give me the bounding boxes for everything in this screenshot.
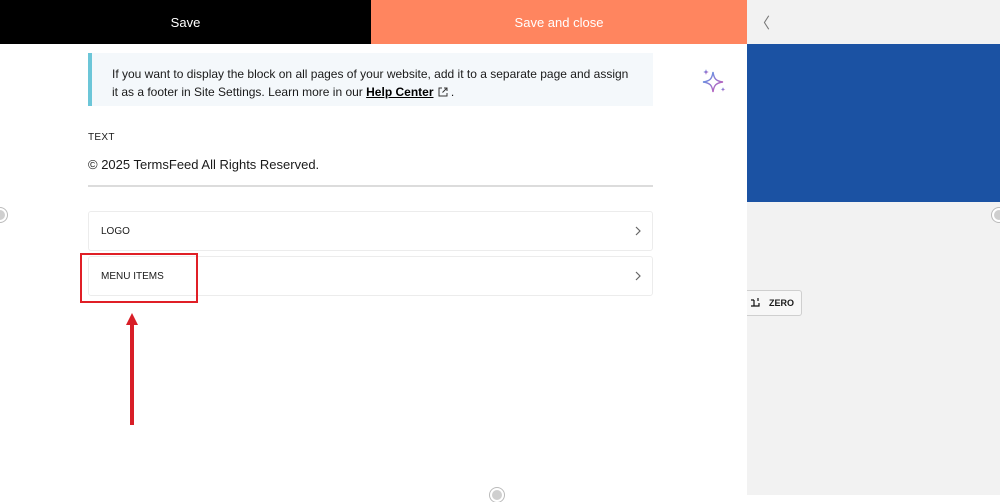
external-link-icon[interactable] (438, 87, 448, 97)
zero-button-label: ZERO (769, 298, 795, 308)
help-center-link[interactable]: Help Center (366, 85, 433, 99)
menu-items-highlight-box (80, 253, 198, 303)
save-and-close-button[interactable]: Save and close (371, 0, 747, 44)
chevron-right-icon (635, 226, 641, 236)
save-button[interactable]: Save (0, 0, 371, 44)
resize-handle-right[interactable] (992, 208, 1000, 222)
section-label-logo: LOGO (101, 226, 130, 237)
resize-handle-bottom[interactable] (490, 488, 504, 502)
text-field-label: TEXT (88, 132, 115, 143)
info-notice: If you want to display the block on all … (88, 53, 653, 106)
preview-blue-block (747, 44, 1000, 202)
zero-icon (751, 298, 760, 307)
collapse-panel-icon[interactable]: 〈 (755, 12, 770, 33)
section-row-logo[interactable]: LOGO (88, 211, 653, 251)
zero-button[interactable]: ZERO (747, 290, 802, 316)
preview-area: 〈 ZERO (747, 0, 1000, 495)
editor-toolbar: Save Save and close (0, 0, 747, 44)
text-field-underline (88, 185, 653, 187)
red-up-arrow (126, 313, 138, 425)
sparkle-icon[interactable] (700, 68, 728, 96)
settings-panel: If you want to display the block on all … (0, 44, 747, 495)
chevron-right-icon (635, 271, 641, 281)
text-field-input[interactable]: © 2025 TermsFeed All Rights Reserved. (88, 157, 319, 172)
preview-header: 〈 (747, 0, 1000, 44)
info-notice-trailing: . (447, 85, 455, 99)
